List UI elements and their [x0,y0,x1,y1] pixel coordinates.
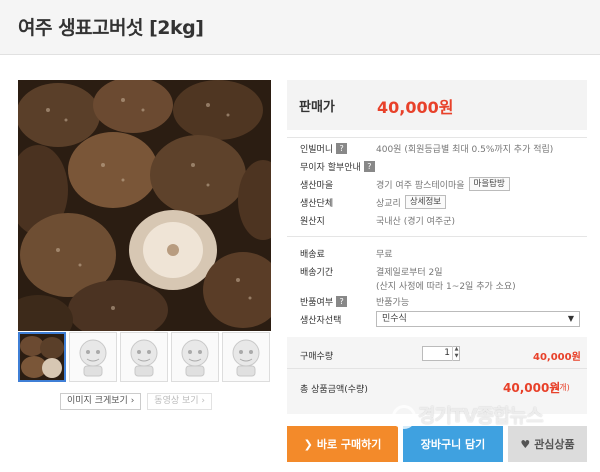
page-title: 여주 생표고버섯 [2kg] [18,17,204,39]
thumbnail-placeholder-2[interactable] [69,332,117,382]
caret-down-icon: ▼ [567,314,574,323]
thumbnail-placeholder-5[interactable] [222,332,270,382]
watermark-logo-icon [392,404,416,429]
thumbnail-photo [20,334,64,380]
help-icon[interactable]: ? [363,160,375,172]
heart-icon: ♥ [520,437,531,451]
shiitake-photo [18,80,271,331]
divider [287,236,587,237]
mascot-placeholder-icon [130,339,158,377]
info-row-installment: 무이자 할부안내? [300,158,375,174]
info-row-reward: 인빌머니? 400원 (회원등급별 최대 0.5%까지 추가 적립) [300,142,554,155]
divider [287,137,587,138]
add-to-cart-button[interactable]: 장바구니 담기 [403,426,503,462]
mascot-placeholder-icon [232,339,260,377]
image-buttons: 이미지 크게보기 › 동영상 보기 › [60,393,213,410]
help-icon[interactable]: ? [336,295,348,307]
video-button[interactable]: 동영상 보기 › [147,393,213,410]
details-button[interactable]: 상세정보 [404,195,447,209]
mascot-placeholder-icon [79,339,107,377]
product-info: 인빌머니? 400원 (회원등급별 최대 0.5%까지 추가 적립) 무이자 할… [300,0,585,340]
quantity-label: 구매수량 [300,352,334,362]
info-row-producer: 생산단체 상교리 상세정보 [300,194,447,210]
village-tour-button[interactable]: 마을탐방 [468,177,510,191]
thumbnail-placeholder-3[interactable] [120,332,168,382]
thumbnail-placeholder-4[interactable] [171,332,219,382]
info-row-producer-select: 생산자선택 [300,315,342,326]
info-row-shipping-note: (산지 사정에 따라 1~2일 추가 소요) [376,281,516,292]
watermark: 경기TV종합뉴스 [392,401,544,429]
help-icon[interactable]: ? [336,142,348,154]
info-row-village: 생산마을 경기 여주 팜스테이마을 마을탐방 [300,176,510,192]
info-row-return: 반품여부? 반품가능 [300,295,410,308]
info-row-origin: 원산지 국내산 (경기 여주군) [300,216,455,227]
divider [287,368,587,369]
chevron-right-icon: ❯ [303,437,313,451]
thumbnail-1[interactable] [18,332,66,382]
quantity-stepper[interactable]: ▲ ▼ [452,346,460,361]
buy-now-button[interactable]: ❯ 바로 구매하기 [287,426,398,462]
enlarge-image-button[interactable]: 이미지 크게보기 › [60,393,142,410]
total-label: 총 상품금액(수량) [300,385,368,395]
product-main-image[interactable] [18,80,271,331]
info-row-shipping-fee: 배송료 무료 [300,249,393,260]
wishlist-button[interactable]: ♥ 관심상품 [508,426,587,462]
thumbnail-strip [18,332,271,382]
total-count: (1개) [551,383,570,392]
producer-select[interactable]: 민수식 ▼ [376,311,580,327]
quantity-price: 40,000원 [533,352,581,363]
mascot-placeholder-icon [181,339,209,377]
